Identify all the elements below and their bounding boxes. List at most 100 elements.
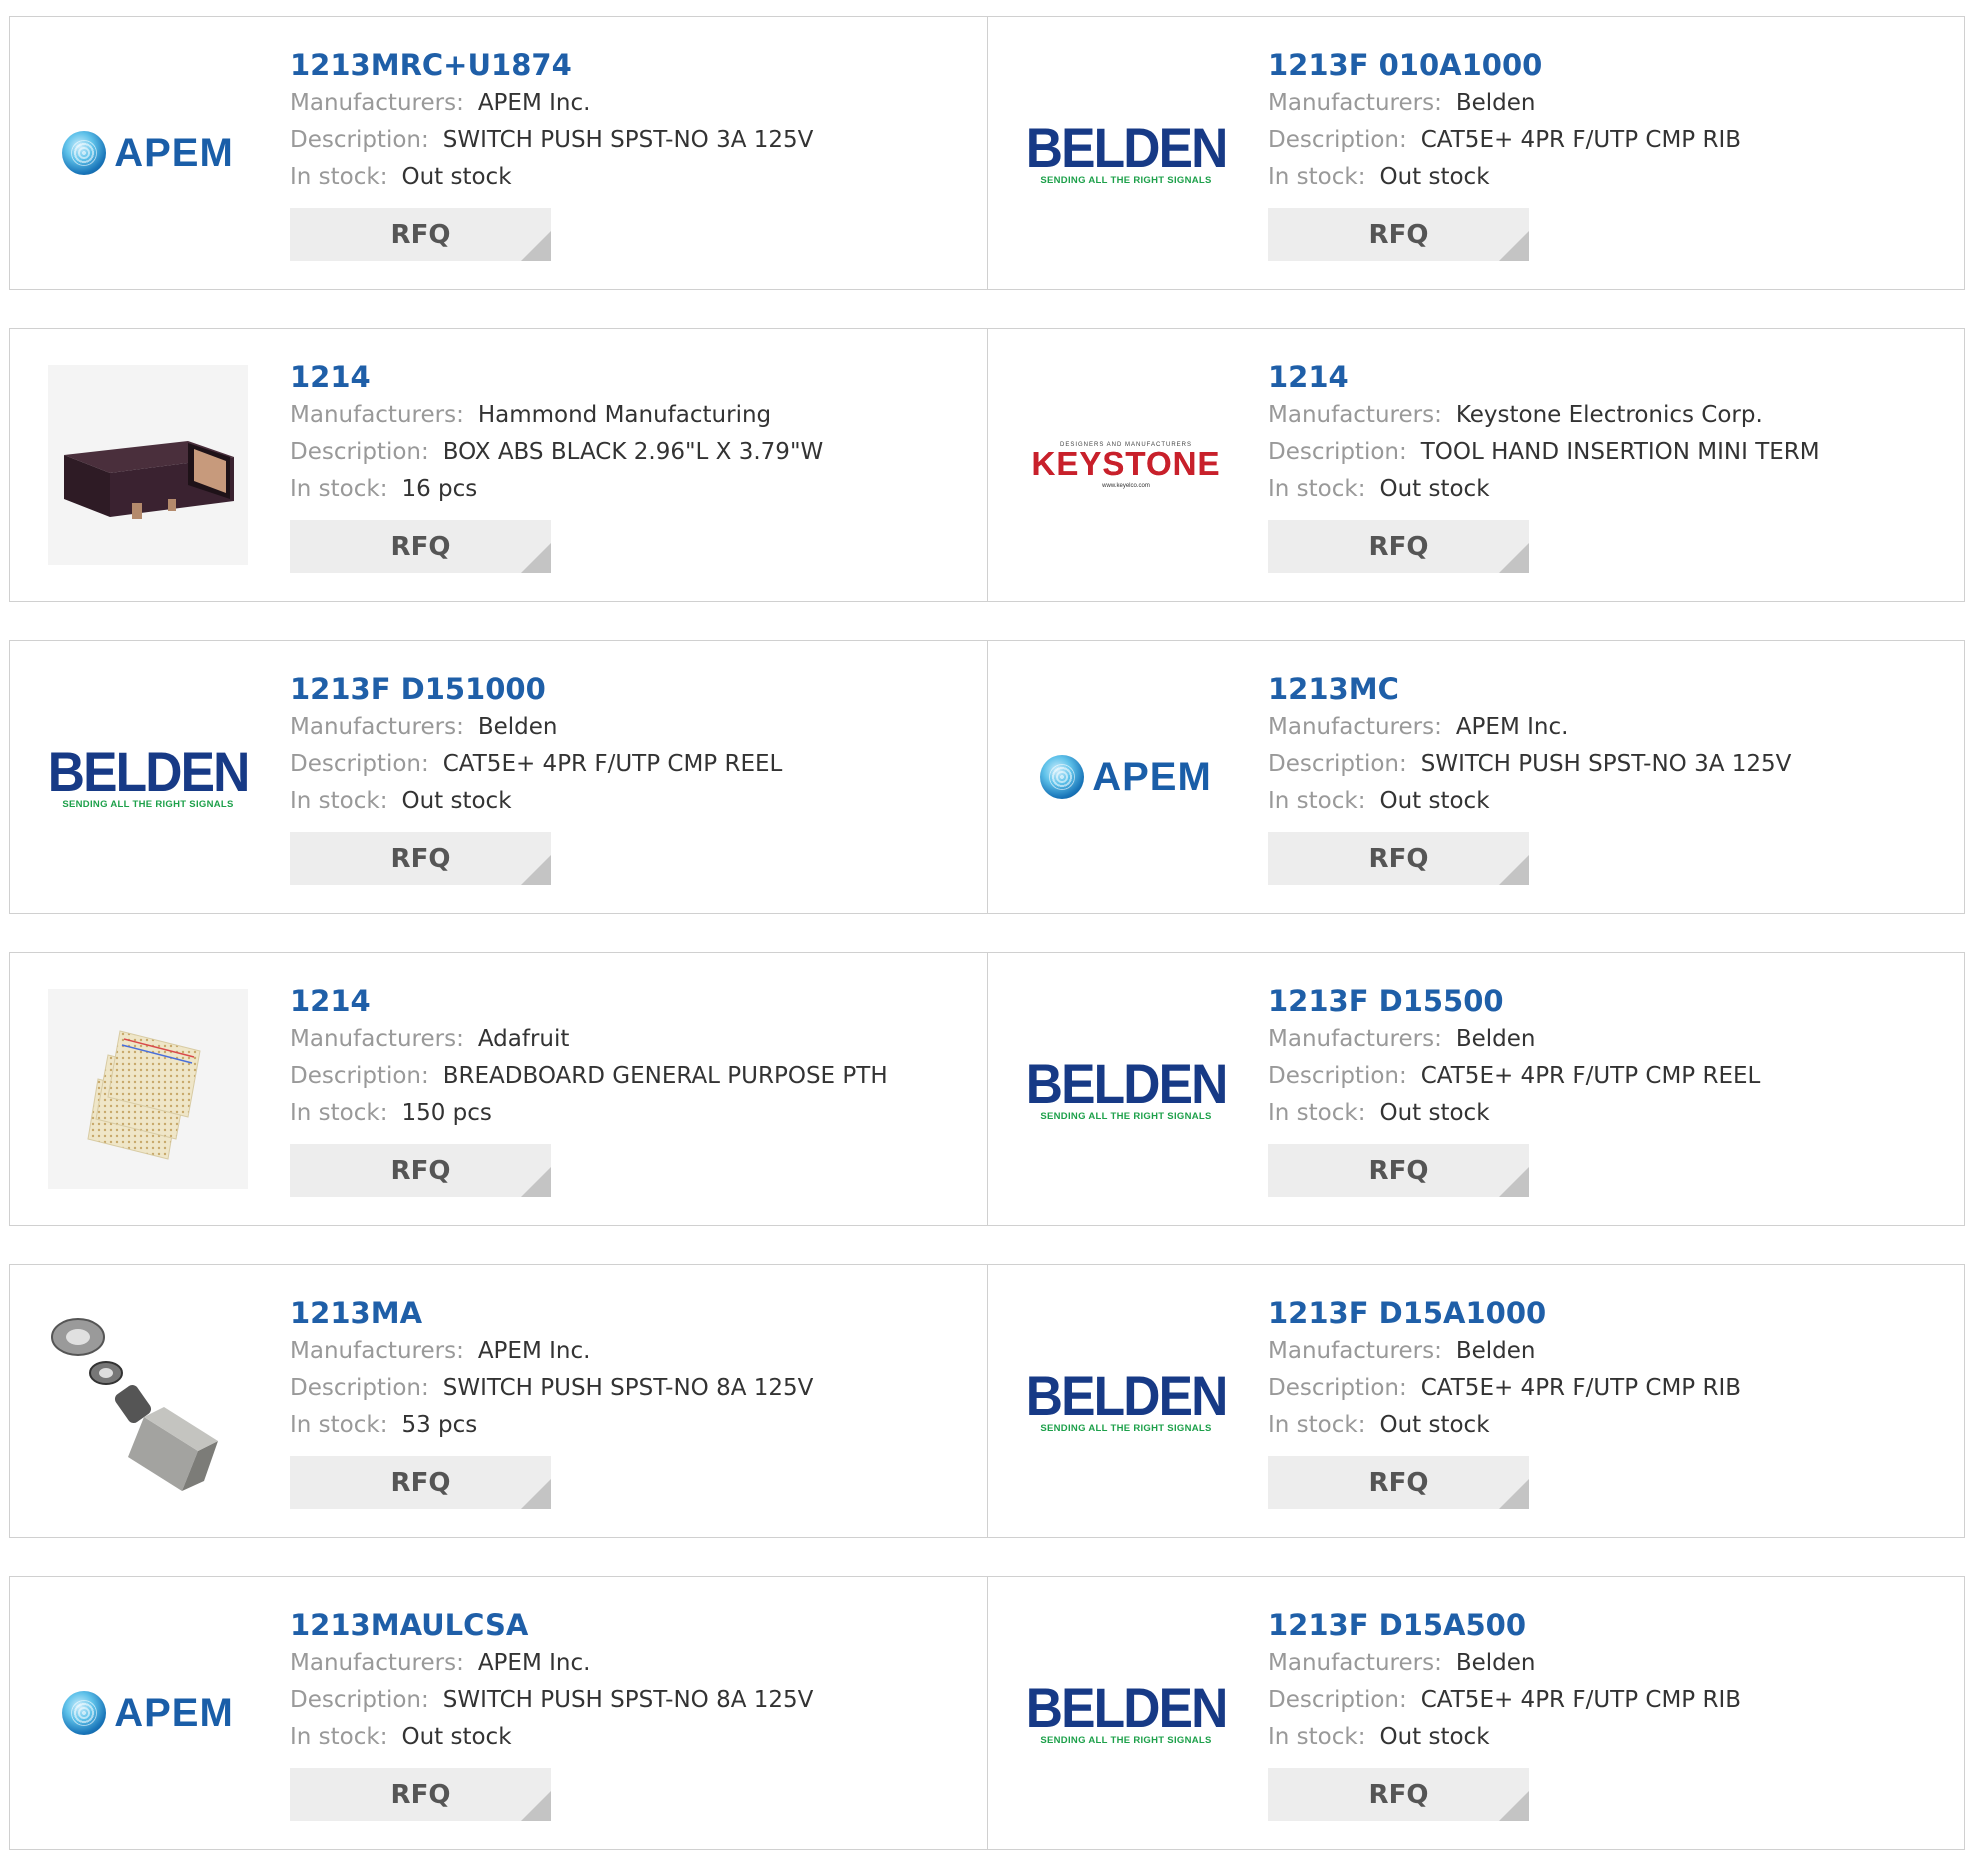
stock-label: In stock: xyxy=(1268,788,1366,814)
description-value: SWITCH PUSH SPST-NO 8A 125V xyxy=(442,1375,814,1401)
part-number-link[interactable]: 1213F D15500 xyxy=(1268,981,1944,1021)
description-value: CAT5E+ 4PR F/UTP CMP RIB xyxy=(1420,1375,1742,1401)
rfq-button[interactable]: RFQ xyxy=(1268,832,1529,885)
belden-logo: BELDEN SENDING ALL THE RIGHT SIGNALS xyxy=(1017,1363,1235,1434)
description-label: Description: xyxy=(290,1687,429,1713)
rfq-button[interactable]: RFQ xyxy=(290,520,551,573)
product-row: BELDEN SENDING ALL THE RIGHT SIGNALS 121… xyxy=(9,640,1965,914)
part-number-link[interactable]: 1213F D15A500 xyxy=(1268,1605,1944,1645)
stock-value: Out stock xyxy=(401,1724,512,1750)
rfq-button[interactable]: RFQ xyxy=(1268,1768,1529,1821)
stock-value: Out stock xyxy=(401,788,512,814)
stock-label: In stock: xyxy=(290,164,388,190)
apem-logo: APEM xyxy=(1040,755,1212,800)
description-label: Description: xyxy=(290,1375,429,1401)
stock-label: In stock: xyxy=(290,788,388,814)
stock-value: Out stock xyxy=(1379,1724,1490,1750)
rfq-button[interactable]: RFQ xyxy=(1268,520,1529,573)
description-value: SWITCH PUSH SPST-NO 3A 125V xyxy=(1420,751,1792,777)
product-image[interactable] xyxy=(48,365,248,565)
manufacturer-value: Belden xyxy=(1455,90,1536,116)
logo-text: APEM xyxy=(114,130,234,175)
apem-globe-icon xyxy=(1040,755,1085,799)
description-value: CAT5E+ 4PR F/UTP CMP REEL xyxy=(1420,1063,1761,1089)
manufacturer-logo[interactable]: BELDEN SENDING ALL THE RIGHT SIGNALS xyxy=(47,677,251,877)
description-label: Description: xyxy=(290,1063,429,1089)
corner-triangle-icon xyxy=(1499,543,1529,573)
manufacturer-value: Keystone Electronics Corp. xyxy=(1455,402,1763,428)
manufacturer-value: Hammond Manufacturing xyxy=(477,402,772,428)
stock-label: In stock: xyxy=(1268,1724,1366,1750)
manufacturer-line: Manufacturers: APEM Inc. xyxy=(290,1645,967,1682)
manufacturer-line: Manufacturers: Belden xyxy=(1268,1021,1944,1058)
manufacturer-label: Manufacturers: xyxy=(290,90,464,116)
manufacturer-label: Manufacturers: xyxy=(1268,1026,1442,1052)
manufacturer-logo[interactable]: BELDEN SENDING ALL THE RIGHT SIGNALS xyxy=(1026,1613,1229,1813)
part-number-link[interactable]: 1213MAULCSA xyxy=(290,1605,967,1645)
manufacturer-logo[interactable]: DESIGNERS AND MANUFACTURERS KEYSTONE www… xyxy=(1026,365,1226,565)
manufacturer-label: Manufacturers: xyxy=(1268,1650,1442,1676)
part-number-link[interactable]: 1213MC xyxy=(1268,669,1944,709)
stock-value: Out stock xyxy=(1379,164,1490,190)
product-card: BELDEN SENDING ALL THE RIGHT SIGNALS 121… xyxy=(987,953,1964,1225)
manufacturer-value: Belden xyxy=(1455,1026,1536,1052)
manufacturer-label: Manufacturers: xyxy=(290,1650,464,1676)
stock-line: In stock: 150 pcs xyxy=(290,1095,967,1132)
logo-text: BELDEN xyxy=(1025,1363,1229,1427)
product-card: APEM 1213MAULCSA Manufacturers: APEM Inc.… xyxy=(10,1577,987,1849)
stock-value: Out stock xyxy=(401,164,512,190)
manufacturer-line: Manufacturers: Belden xyxy=(1268,85,1944,122)
manufacturer-line: Manufacturers: APEM Inc. xyxy=(290,85,967,122)
manufacturer-logo[interactable]: APEM xyxy=(1026,677,1226,877)
manufacturer-logo[interactable]: BELDEN SENDING ALL THE RIGHT SIGNALS xyxy=(1026,989,1229,1189)
description-line: Description: CAT5E+ 4PR F/UTP CMP REEL xyxy=(1268,1058,1944,1095)
rfq-button[interactable]: RFQ xyxy=(290,832,551,885)
part-number-link[interactable]: 1213F D15A1000 xyxy=(1268,1293,1944,1333)
keystone-logo: DESIGNERS AND MANUFACTURERS KEYSTONE www… xyxy=(1032,442,1221,489)
product-row: APEM 1213MAULCSA Manufacturers: APEM Inc.… xyxy=(9,1576,1965,1850)
stock-value: Out stock xyxy=(1379,1100,1490,1126)
description-line: Description: BREADBOARD GENERAL PURPOSE P… xyxy=(290,1058,967,1095)
logo-text: BELDEN xyxy=(47,739,251,803)
stock-label: In stock: xyxy=(290,476,388,502)
manufacturer-logo[interactable]: APEM xyxy=(48,53,248,253)
part-number-link[interactable]: 1214 xyxy=(290,981,967,1021)
part-number-link[interactable]: 1213F 010A1000 xyxy=(1268,45,1944,85)
rfq-button[interactable]: RFQ xyxy=(290,208,551,261)
part-number-link[interactable]: 1214 xyxy=(290,357,967,397)
manufacturer-value: Belden xyxy=(477,714,558,740)
rfq-button[interactable]: RFQ xyxy=(290,1144,551,1197)
manufacturer-logo[interactable]: BELDEN SENDING ALL THE RIGHT SIGNALS xyxy=(1026,53,1229,253)
part-number-link[interactable]: 1213MRC+U1874 xyxy=(290,45,967,85)
product-row: APEM 1213MRC+U1874 Manufacturers: APEM In… xyxy=(9,16,1965,290)
rfq-button[interactable]: RFQ xyxy=(1268,208,1529,261)
part-number-link[interactable]: 1213F D151000 xyxy=(290,669,967,709)
manufacturer-label: Manufacturers: xyxy=(290,1338,464,1364)
product-image[interactable] xyxy=(48,989,248,1189)
description-value: CAT5E+ 4PR F/UTP CMP RIB xyxy=(1420,1687,1742,1713)
manufacturer-logo[interactable]: APEM xyxy=(48,1613,248,1813)
corner-triangle-icon xyxy=(521,1479,551,1509)
manufacturer-value: APEM Inc. xyxy=(477,1338,591,1364)
stock-line: In stock: Out stock xyxy=(1268,471,1944,508)
rfq-button[interactable]: RFQ xyxy=(1268,1144,1529,1197)
product-card: DESIGNERS AND MANUFACTURERS KEYSTONE www… xyxy=(987,329,1964,601)
product-card: BELDEN SENDING ALL THE RIGHT SIGNALS 121… xyxy=(987,17,1964,289)
description-label: Description: xyxy=(290,127,429,153)
manufacturer-line: Manufacturers: APEM Inc. xyxy=(1268,709,1944,746)
rfq-button[interactable]: RFQ xyxy=(290,1456,551,1509)
part-number-link[interactable]: 1214 xyxy=(1268,357,1944,397)
stock-line: In stock: Out stock xyxy=(290,1719,967,1756)
part-number-link[interactable]: 1213MA xyxy=(290,1293,967,1333)
corner-triangle-icon xyxy=(1499,1479,1529,1509)
product-image[interactable] xyxy=(48,1301,248,1501)
corner-triangle-icon xyxy=(1499,855,1529,885)
rfq-label: RFQ xyxy=(1368,843,1429,874)
product-card: 1214 Manufacturers: Adafruit Description:… xyxy=(10,953,987,1225)
rfq-button[interactable]: RFQ xyxy=(1268,1456,1529,1509)
stock-label: In stock: xyxy=(1268,164,1366,190)
rfq-button[interactable]: RFQ xyxy=(290,1768,551,1821)
manufacturer-logo[interactable]: BELDEN SENDING ALL THE RIGHT SIGNALS xyxy=(1026,1301,1229,1501)
stock-line: In stock: Out stock xyxy=(290,159,967,196)
product-row: 1213MA Manufacturers: APEM Inc. Descripti… xyxy=(9,1264,1965,1538)
